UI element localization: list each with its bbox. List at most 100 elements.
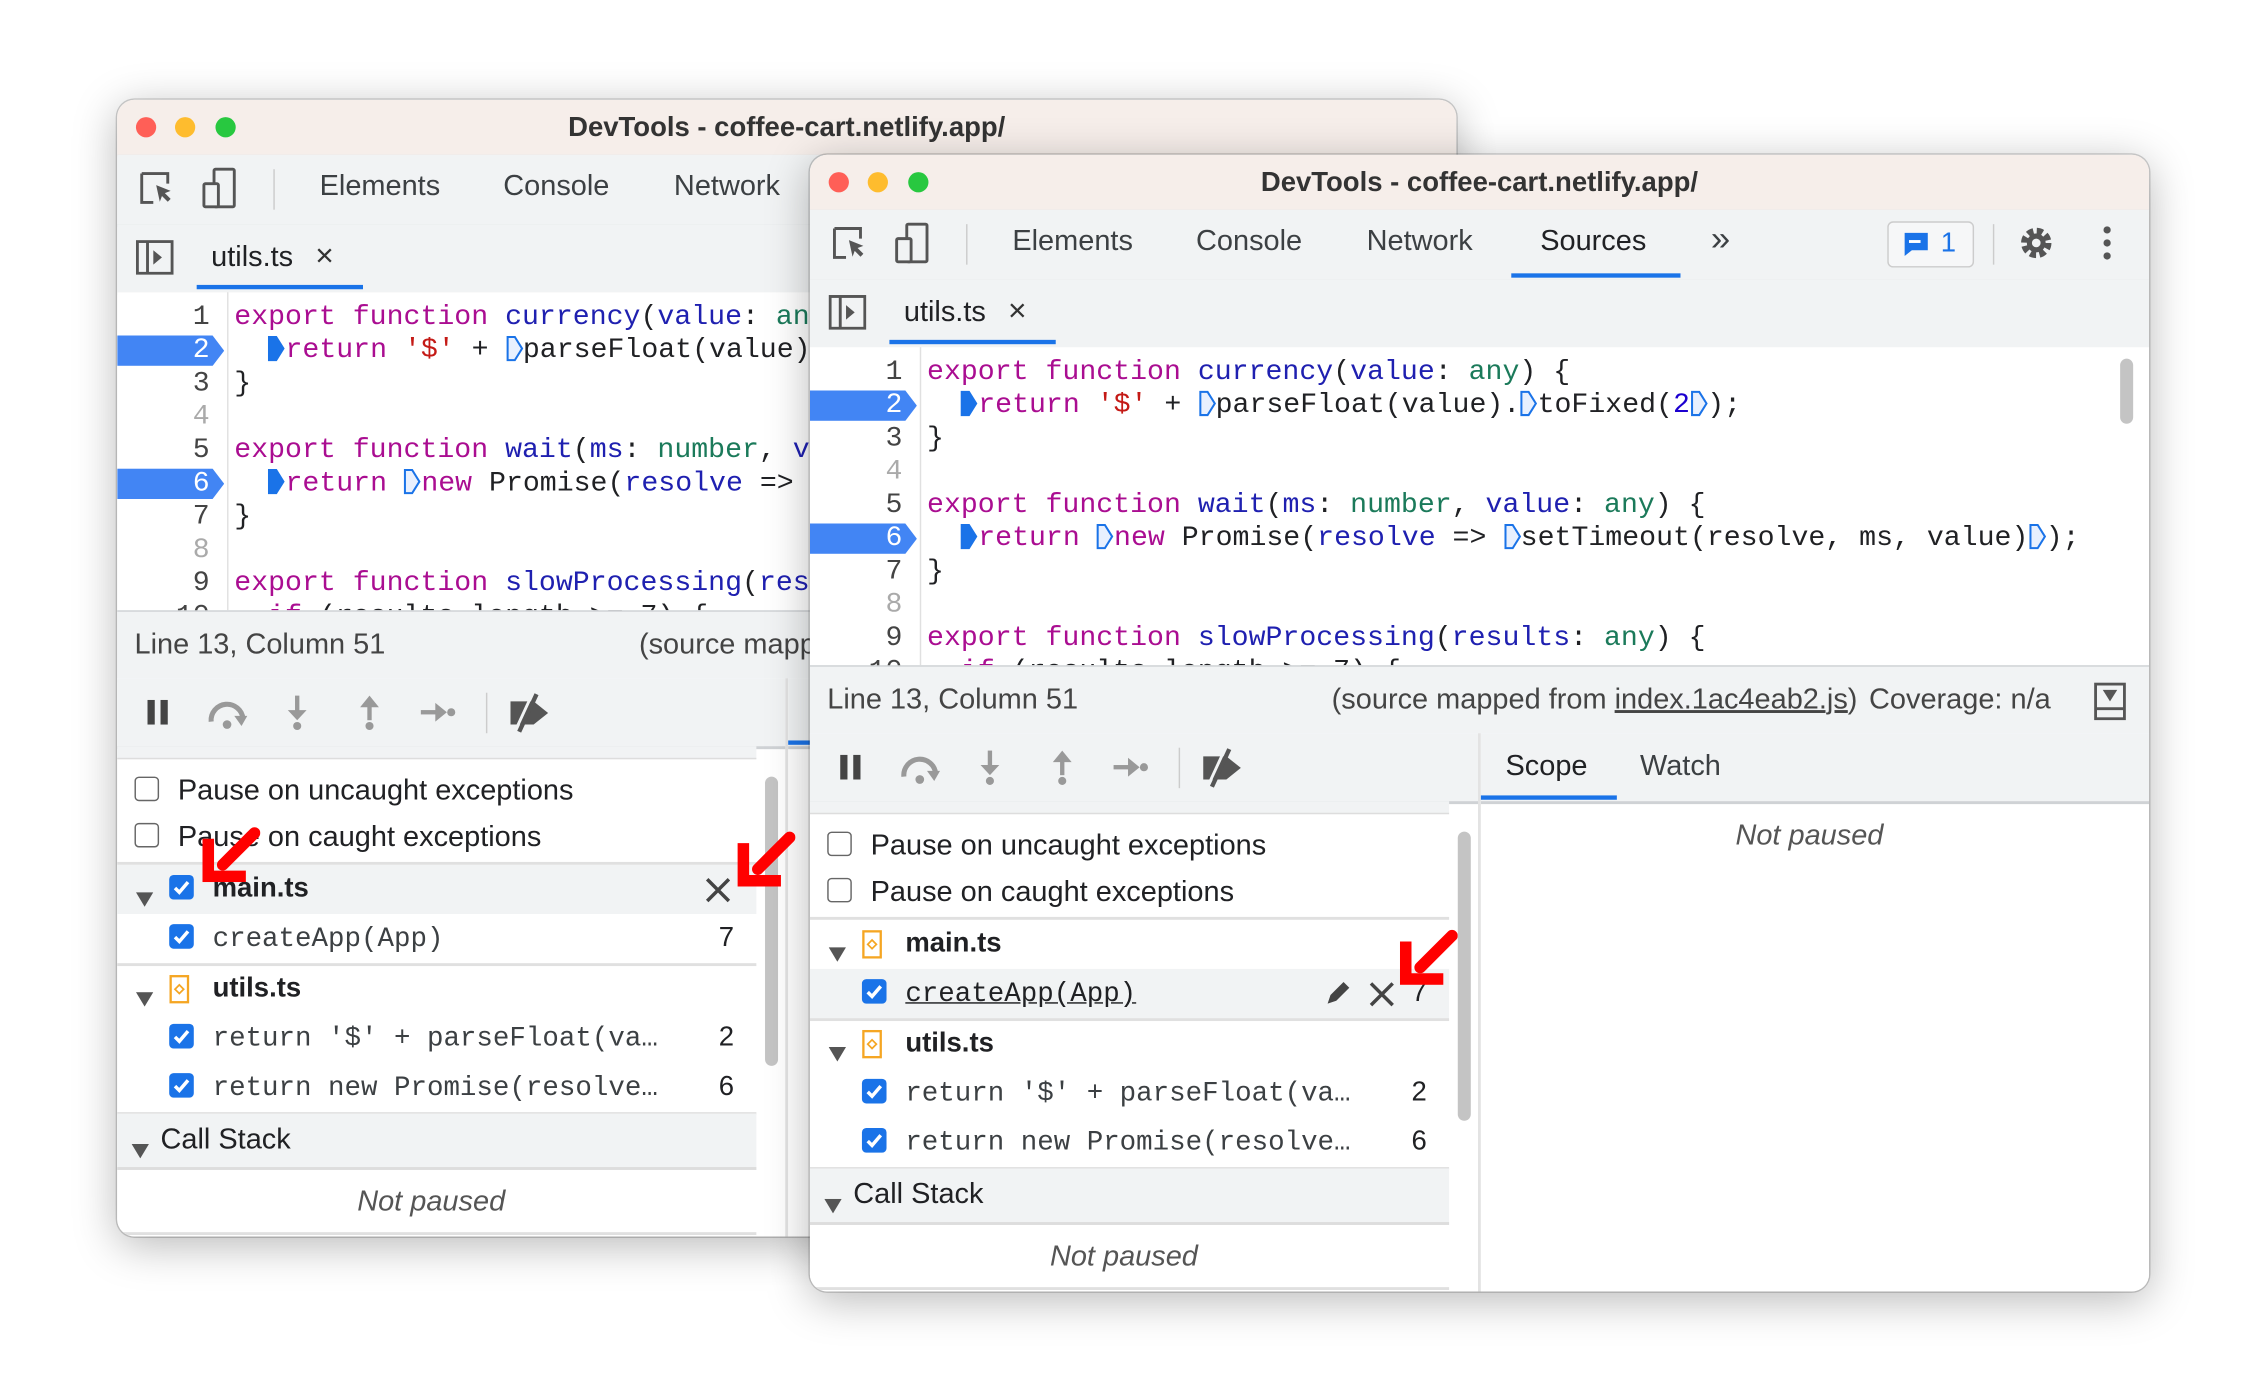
tab-elements[interactable]: Elements: [1012, 226, 1133, 259]
breakpoint-checkbox[interactable]: [861, 1078, 887, 1104]
checkbox[interactable]: [134, 822, 160, 848]
line-number[interactable]: 10: [117, 600, 210, 610]
active-inline-breakpoint-icon[interactable]: [961, 523, 978, 550]
tab-network[interactable]: Network: [1367, 226, 1473, 259]
line-number[interactable]: 4: [810, 456, 903, 489]
checkbox[interactable]: [827, 877, 852, 903]
line-number[interactable]: 10: [810, 655, 903, 665]
step-out-icon[interactable]: [1051, 749, 1073, 792]
tab-watch[interactable]: Watch: [1640, 751, 1721, 784]
active-inline-breakpoint-icon[interactable]: [268, 469, 286, 495]
inline-breakpoint-icon[interactable]: [1520, 390, 1538, 417]
file-tab-close-icon[interactable]: ×: [315, 237, 334, 275]
breakpoint-group-utils-ts[interactable]: utils.ts: [117, 965, 756, 1014]
deactivate-breakpoints-icon[interactable]: [1200, 748, 1243, 796]
line-number[interactable]: 8: [810, 589, 903, 622]
inline-breakpoint-icon[interactable]: [1097, 523, 1114, 550]
tab-scope[interactable]: Scope: [1505, 751, 1587, 784]
line-number[interactable]: 8: [117, 534, 210, 567]
line-number[interactable]: 6: [810, 522, 903, 555]
tab-console[interactable]: Console: [1196, 226, 1302, 259]
settings-gear-icon[interactable]: [2017, 224, 2055, 269]
line-number[interactable]: 9: [810, 622, 903, 655]
inline-breakpoint-icon[interactable]: [2028, 523, 2046, 550]
device-toolbar-icon[interactable]: [201, 166, 239, 217]
sidebar-scrollbar[interactable]: [765, 776, 779, 1066]
file-tab-utils-ts[interactable]: utils.ts ×: [196, 224, 363, 290]
file-tab-utils-ts[interactable]: utils.ts ×: [889, 279, 1056, 345]
line-number[interactable]: 4: [117, 401, 210, 434]
inline-breakpoint-icon[interactable]: [1198, 390, 1216, 417]
remove-breakpoint-icon[interactable]: [1368, 981, 1395, 1017]
call-stack-header[interactable]: Call Stack: [117, 1113, 757, 1170]
pause-uncaught-exceptions-option[interactable]: Pause on uncaught exceptions: [810, 821, 1449, 869]
breakpoint-checkbox[interactable]: [169, 1073, 194, 1098]
line-number[interactable]: 3: [810, 422, 903, 455]
line-number[interactable]: 3: [117, 367, 210, 400]
expand-triangle-icon[interactable]: [828, 937, 847, 970]
step-icon[interactable]: [1112, 756, 1148, 785]
file-tab-close-icon[interactable]: ×: [1008, 292, 1027, 330]
tab-sources[interactable]: Sources: [1540, 226, 1646, 259]
checkbox[interactable]: [134, 776, 160, 802]
line-number[interactable]: 1: [810, 356, 903, 389]
step-over-icon[interactable]: [207, 696, 250, 738]
breakpoint-group-main-ts[interactable]: main.ts: [810, 920, 1449, 969]
inspect-element-icon[interactable]: [830, 224, 870, 272]
step-into-icon[interactable]: [286, 694, 308, 737]
tab-elements[interactable]: Elements: [320, 171, 441, 204]
source-map-link[interactable]: index.1ac4eab2.js: [1615, 684, 1848, 716]
expand-triangle-icon[interactable]: [828, 1037, 847, 1070]
step-over-icon[interactable]: [900, 751, 943, 793]
code-editor[interactable]: 1export function currency(value: any) {2…: [809, 347, 2150, 666]
step-out-icon[interactable]: [359, 694, 381, 737]
pause-icon[interactable]: [146, 699, 169, 734]
checkbox[interactable]: [827, 831, 852, 857]
toggle-navigator-icon[interactable]: [828, 295, 867, 337]
expand-triangle-icon[interactable]: [135, 882, 154, 915]
issues-badge-button[interactable]: 1: [1887, 221, 1975, 268]
toggle-navigator-icon[interactable]: [135, 240, 174, 282]
breakpoint-item[interactable]: return new Promise(resolve… 6: [117, 1063, 756, 1112]
line-number[interactable]: 2: [117, 334, 210, 367]
device-toolbar-icon[interactable]: [894, 221, 932, 272]
inline-breakpoint-icon[interactable]: [1690, 390, 1708, 417]
tab-network[interactable]: Network: [674, 171, 780, 204]
active-inline-breakpoint-icon[interactable]: [961, 390, 978, 417]
more-tabs-button[interactable]: »: [1711, 220, 1730, 260]
tab-console[interactable]: Console: [503, 171, 609, 204]
breakpoint-item[interactable]: return '$' + parseFloat(va… 2: [810, 1069, 1449, 1118]
code-scrollbar[interactable]: [2120, 358, 2134, 424]
inspect-element-icon[interactable]: [137, 169, 177, 217]
remove-breakpoint-icon[interactable]: [704, 876, 731, 912]
line-number[interactable]: 2: [810, 389, 903, 422]
expand-triangle-icon[interactable]: [135, 982, 154, 1015]
group-checkbox[interactable]: [169, 874, 194, 900]
sidebar-scrollbar[interactable]: [1457, 831, 1471, 1121]
pause-caught-exceptions-option[interactable]: Pause on caught exceptions: [810, 868, 1449, 916]
coverage-panel-icon[interactable]: [2094, 682, 2126, 729]
line-number[interactable]: 1: [117, 301, 210, 334]
breakpoint-item[interactable]: return '$' + parseFloat(va… 2: [117, 1014, 756, 1063]
breakpoint-item[interactable]: createApp(App) 7: [117, 914, 756, 963]
breakpoint-code[interactable]: createApp(App): [905, 978, 1136, 1010]
active-inline-breakpoint-icon[interactable]: [268, 335, 286, 362]
line-number[interactable]: 5: [810, 489, 903, 522]
deactivate-breakpoints-icon[interactable]: [508, 693, 551, 741]
step-icon[interactable]: [419, 701, 456, 730]
breakpoint-checkbox[interactable]: [861, 1128, 887, 1153]
pause-icon[interactable]: [839, 753, 862, 788]
line-number[interactable]: 7: [810, 555, 903, 588]
breakpoint-group-utils-ts[interactable]: utils.ts: [810, 1020, 1449, 1069]
inline-breakpoint-icon[interactable]: [505, 335, 523, 362]
line-number[interactable]: 5: [117, 434, 210, 467]
breakpoint-checkbox[interactable]: [169, 924, 194, 949]
breakpoint-checkbox[interactable]: [169, 1023, 194, 1049]
pause-uncaught-exceptions-option[interactable]: Pause on uncaught exceptions: [117, 766, 756, 814]
call-stack-header[interactable]: Call Stack: [809, 1168, 1450, 1225]
line-number[interactable]: 9: [117, 567, 210, 600]
inline-breakpoint-icon[interactable]: [1503, 523, 1521, 550]
line-number[interactable]: 7: [117, 500, 210, 533]
breakpoint-checkbox[interactable]: [861, 979, 887, 1004]
edit-breakpoint-icon[interactable]: [1323, 979, 1352, 1017]
